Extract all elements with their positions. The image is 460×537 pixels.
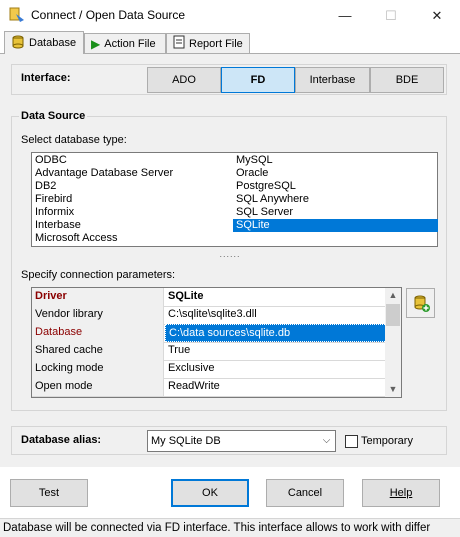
splitter-handle[interactable]: ...... — [218, 250, 242, 259]
test-button[interactable]: Test — [10, 479, 88, 507]
scroll-up-icon[interactable]: ▲ — [385, 288, 401, 303]
database-add-icon — [413, 295, 431, 316]
close-button[interactable]: ✕ — [414, 0, 460, 31]
database-type-list[interactable]: ODBC Advantage Database Server DB2 Fireb… — [31, 152, 438, 247]
param-key: Vendor library — [32, 306, 164, 324]
list-item[interactable]: ODBC — [32, 154, 67, 167]
ok-button[interactable]: OK — [171, 479, 249, 507]
table-row: Driver SQLite — [32, 288, 387, 307]
param-value[interactable]: True — [165, 342, 387, 360]
table-row[interactable]: Vendor library C:\sqlite\sqlite3.dll — [32, 306, 387, 325]
table-row[interactable]: Locking mode Exclusive — [32, 360, 387, 379]
database-icon — [11, 35, 25, 52]
table-row[interactable]: Open mode ReadWrite — [32, 378, 387, 397]
list-item[interactable]: Firebird — [32, 193, 72, 206]
param-value[interactable]: ReadWrite — [165, 378, 387, 396]
play-icon: ▶ — [91, 36, 101, 51]
list-item[interactable]: Interbase — [32, 219, 81, 232]
list-item[interactable]: Informix — [32, 206, 74, 219]
list-item[interactable]: SQL Anywhere — [233, 193, 434, 206]
interface-bde-button[interactable]: BDE — [370, 67, 444, 93]
alias-label: Database alias: — [21, 434, 102, 446]
help-button[interactable]: Help — [362, 479, 440, 507]
data-source-title: Data Source — [19, 110, 88, 122]
add-parameter-button[interactable] — [406, 288, 435, 318]
list-item[interactable]: Advantage Database Server — [32, 167, 173, 180]
app-icon — [8, 6, 26, 24]
minimize-button[interactable]: — — [322, 0, 368, 31]
param-key: Shared cache — [32, 342, 164, 360]
tab-action-file-label: Action File — [104, 37, 156, 50]
tab-database[interactable]: Database — [4, 31, 84, 54]
table-row[interactable]: Shared cache True — [32, 342, 387, 361]
driver-key: Driver — [32, 288, 164, 306]
param-key: Locking mode — [32, 360, 164, 378]
params-label: Specify connection parameters: — [21, 269, 176, 281]
tab-database-label: Database — [29, 37, 77, 49]
temporary-checkbox[interactable] — [345, 435, 358, 448]
param-key: Open mode — [32, 378, 164, 396]
param-value[interactable]: C:\sqlite\sqlite3.dll — [165, 306, 387, 324]
table-row-selected[interactable]: Database C:\data sources\sqlite.db — [32, 324, 387, 343]
interface-fd-button[interactable]: FD — [221, 67, 295, 93]
driver-value: SQLite — [168, 290, 204, 302]
alias-combo[interactable]: My SQLite DB — [147, 430, 336, 452]
database-type-label: Select database type: — [21, 134, 127, 146]
scrollbar-thumb[interactable] — [386, 304, 400, 326]
temporary-label: Temporary — [361, 435, 413, 447]
report-icon — [173, 35, 185, 52]
chevron-down-icon[interactable]: ⌵ — [318, 431, 335, 451]
param-value[interactable]: C:\data sources\sqlite.db — [165, 324, 387, 342]
list-item[interactable]: SQL Server — [233, 206, 434, 219]
maximize-button[interactable]: ☐ — [368, 0, 414, 31]
cancel-button[interactable]: Cancel — [266, 479, 344, 507]
interface-interbase-button[interactable]: Interbase — [295, 67, 370, 93]
tab-report-file-label: Report File — [189, 37, 243, 50]
list-item[interactable]: Microsoft Access — [32, 232, 118, 245]
list-item[interactable]: DB2 — [32, 180, 56, 193]
tab-action-file[interactable]: ▶ Action File — [84, 33, 166, 53]
window-title: Connect / Open Data Source — [31, 8, 186, 22]
list-item[interactable]: MySQL — [233, 154, 434, 167]
status-bar: Database will be connected via FD interf… — [0, 518, 460, 537]
interface-label: Interface: — [21, 72, 71, 84]
param-key: Database — [32, 324, 164, 342]
scroll-down-icon[interactable]: ▼ — [385, 382, 401, 397]
interface-ado-button[interactable]: ADO — [147, 67, 221, 93]
list-item[interactable]: Oracle — [233, 167, 434, 180]
param-value[interactable]: Exclusive — [165, 360, 387, 378]
tab-report-file[interactable]: Report File — [166, 33, 250, 53]
parameters-grid[interactable]: Driver SQLite Vendor library C:\sqlite\s… — [31, 287, 402, 398]
list-item[interactable]: PostgreSQL — [233, 180, 434, 193]
list-item-selected[interactable]: SQLite — [233, 219, 438, 232]
